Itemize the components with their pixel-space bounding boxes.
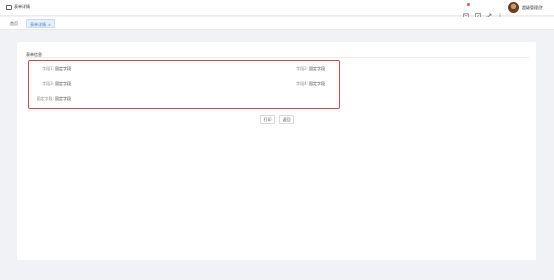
more-icon[interactable]: [497, 4, 503, 19]
close-icon[interactable]: ×: [48, 23, 51, 27]
field-value: 固定字段: [309, 66, 325, 71]
field-label: 字段4:: [296, 81, 308, 86]
page-title: 表单详情: [14, 4, 30, 9]
divider: [26, 57, 529, 58]
notification-badge: [467, 3, 470, 6]
field-value: 固定字段: [55, 66, 71, 71]
back-button[interactable]: 返回: [279, 115, 294, 124]
field-value: 固定字段: [55, 96, 71, 101]
form-panel: 表单信息 字段1:固定字段 字段2:固定字段 字段3:固定字段 字段4:固定字段…: [17, 42, 536, 260]
expand-icon[interactable]: [486, 4, 492, 19]
chevron-down-icon[interactable]: ▾: [541, 5, 543, 9]
field-4: 字段4:固定字段: [286, 81, 325, 87]
field-fixed: 固定字段:固定字段: [32, 96, 71, 102]
tab-form-detail[interactable]: 表单详情 ×: [26, 19, 55, 28]
field-1: 字段1:固定字段: [32, 66, 71, 72]
window-icon: [6, 5, 12, 10]
tabs-bar: 首页 表单详情 ×: [0, 17, 554, 30]
field-3: 字段3:固定字段: [32, 81, 71, 87]
fullscreen-icon[interactable]: [475, 4, 481, 19]
field-2: 字段2:固定字段: [286, 66, 325, 72]
tab-home[interactable]: 首页: [7, 19, 21, 28]
field-value: 固定字段: [309, 81, 325, 86]
field-label: 字段1:: [42, 66, 54, 71]
field-label: 字段3:: [42, 81, 54, 86]
user-name[interactable]: 超级管理员: [522, 5, 542, 11]
field-value: 固定字段: [55, 81, 71, 86]
field-label: 字段2:: [296, 66, 308, 71]
print-button[interactable]: 打印: [260, 115, 275, 124]
top-bar: 表单详情 超级管理员 ▾: [0, 0, 554, 19]
field-label: 固定字段:: [36, 96, 54, 101]
message-icon[interactable]: [463, 3, 470, 19]
avatar[interactable]: [508, 2, 519, 13]
tab-label: 表单详情: [30, 22, 46, 27]
